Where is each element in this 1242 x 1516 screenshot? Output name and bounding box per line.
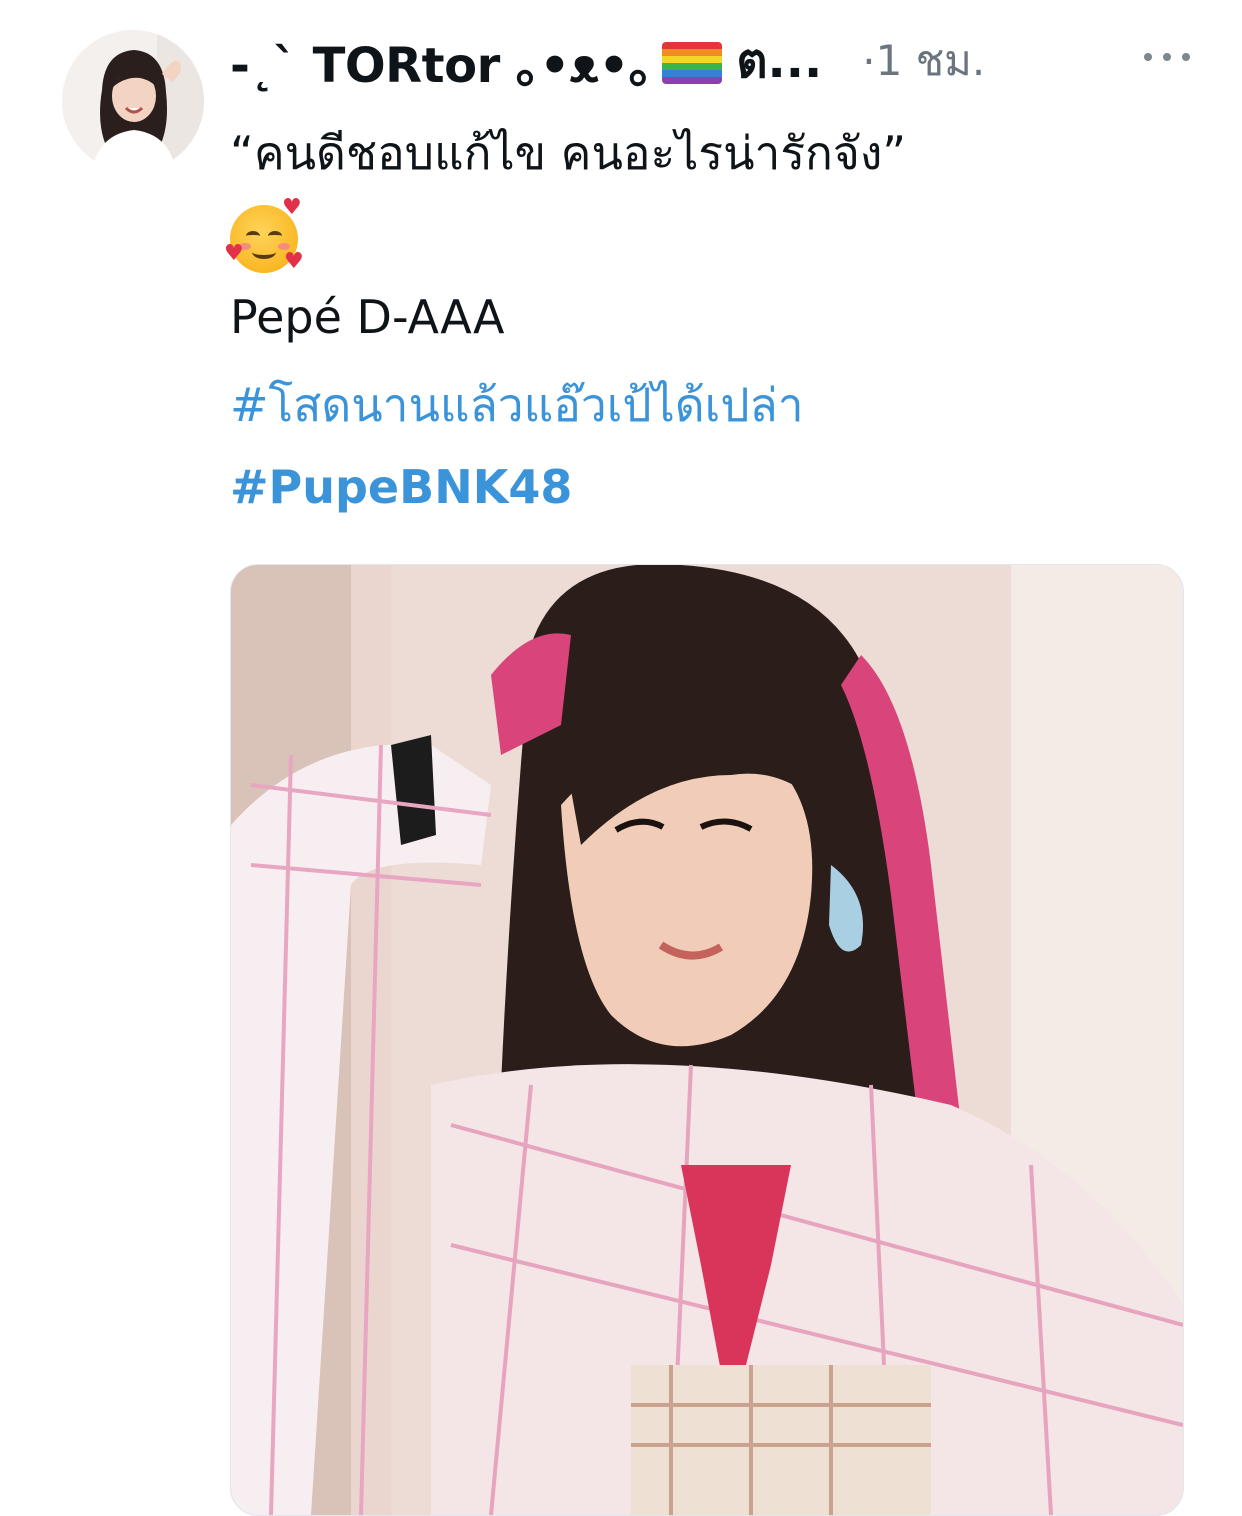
author-display-name[interactable]: -˛` TORtor ｡•ᴥ•｡ <box>230 26 653 96</box>
avatar-photo <box>62 30 204 172</box>
avatar[interactable] <box>62 30 204 172</box>
meta-separator: · <box>862 36 876 86</box>
rainbow-flag-icon <box>662 42 723 84</box>
hashtag-link[interactable]: #PupeBNK48 <box>230 460 572 515</box>
author-display-name-truncated[interactable]: ต... <box>736 23 822 99</box>
tweet: -˛` TORtor ｡•ᴥ•｡ ต... · 1 ชม. “คนดีชอบแก… <box>0 0 1242 1516</box>
smiling-face-with-hearts-icon: ♥ ♥ ♥ <box>224 195 304 274</box>
photo-image <box>231 565 1183 1515</box>
ellipsis-icon[interactable] <box>1144 42 1190 72</box>
tweet-text-emoji: ♥ ♥ ♥ <box>224 195 304 274</box>
tweet-text-name: Pepé D-AAA <box>230 290 505 344</box>
tweet-media-photo[interactable] <box>230 564 1184 1516</box>
hashtag-link[interactable]: #โสดนานแล้วแอ๊วเป้ได้เปล่า <box>230 378 804 433</box>
tweet-timestamp[interactable]: 1 ชม. <box>876 28 986 94</box>
tweet-header: -˛` TORtor ｡•ᴥ•｡ ต... · 1 ชม. <box>230 26 1190 96</box>
tweet-text-quote: “คนดีชอบแก้ไข คนอะไรน่ารักจัง” <box>230 126 907 180</box>
